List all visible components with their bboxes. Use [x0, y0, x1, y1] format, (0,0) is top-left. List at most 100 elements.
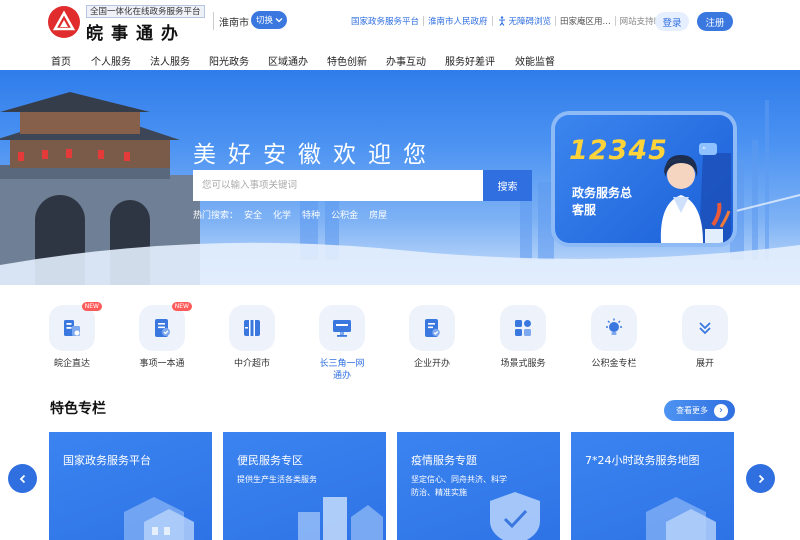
buildings-icon [298, 497, 383, 540]
logo-icon[interactable] [48, 6, 80, 38]
chevron-double-down-icon [699, 322, 711, 335]
new-badge: NEW [171, 302, 192, 311]
service-icon-tile [682, 305, 728, 351]
market-icon [244, 320, 260, 336]
service-label: 公积金专栏 [591, 359, 637, 369]
nav-item-supervision[interactable]: 效能监督 [515, 53, 555, 68]
service-label: 展开 [695, 359, 714, 369]
arrow-right-icon: › [714, 403, 728, 418]
view-more-button[interactable]: 查看更多 › [664, 400, 735, 421]
enterprise-icon [64, 320, 80, 336]
card-title: 国家政务服务平台 [63, 454, 151, 467]
service-label: 皖企直达 [53, 359, 90, 369]
checklist-icon [155, 319, 170, 337]
service-label: 事项一本通 [139, 359, 185, 369]
hot-search-term[interactable]: 房屋 [369, 208, 387, 221]
screen-icon [333, 320, 351, 337]
service-icon-tile [591, 305, 637, 351]
service-item[interactable]: NEW 事项一本通 [126, 302, 198, 370]
shield-icon [490, 492, 540, 540]
carousel-next-button[interactable] [746, 464, 775, 493]
nav-item-home[interactable]: 首页 [51, 53, 71, 68]
hot-search-label: 热门搜索： [193, 211, 239, 221]
section-title: 特色专栏 [50, 401, 106, 417]
hero-title: 美好安徽欢迎您 [193, 142, 438, 168]
service-icon-tile [409, 305, 455, 351]
hot-search-term[interactable]: 化学 [273, 208, 291, 221]
chevron-down-icon [275, 18, 283, 23]
svg-text:”: ” [702, 146, 706, 155]
service-label: 中介超市 [233, 359, 270, 369]
search-button[interactable]: 搜索 [483, 170, 532, 201]
divider [614, 16, 616, 26]
service-item[interactable]: NEW 皖企直达 [36, 302, 108, 370]
featured-card[interactable]: 7*24小时政务服务地图 [571, 432, 734, 540]
hot-search-term[interactable]: 公积金 [331, 208, 358, 221]
city-label: 淮南市 [219, 18, 249, 29]
card-title: 便民服务专区 [237, 454, 303, 467]
service-icon-tile [319, 305, 365, 351]
chevron-right-icon [758, 474, 764, 483]
accessibility-icon[interactable] [497, 16, 507, 26]
featured-card[interactable]: 便民服务专区 提供生产生活各类服务 [223, 432, 386, 540]
nav-item-personal[interactable]: 个人服务 [91, 53, 131, 68]
logo-title[interactable]: 皖事通办 [86, 19, 186, 44]
featured-card[interactable]: 国家政务服务平台 [49, 432, 212, 540]
lightbulb-icon [606, 318, 622, 335]
carousel-prev-button[interactable] [8, 464, 37, 493]
top-bar: 全国一体化在线政务服务平台 皖事通办 淮南市 切换 国家政务服务平台 淮南市人民… [0, 0, 800, 46]
service-shortcuts: NEW 皖企直达 NEW 事项一本通 中介超市 长三角一网通办 企业开办 场景式… [0, 300, 800, 390]
chevron-left-icon [19, 474, 25, 483]
hotline-12345-banner[interactable]: 12345 政务服务总客服 ” [555, 115, 733, 243]
nav-item-rating[interactable]: 服务好差评 [445, 53, 495, 68]
service-item[interactable]: 企业开办 [396, 305, 468, 370]
grid-icon [515, 320, 531, 336]
service-icon-tile: NEW [139, 302, 192, 351]
card-title: 疫情服务专题 [411, 454, 477, 467]
document-check-icon [425, 319, 440, 337]
customer-service-agent-icon: ” [660, 143, 731, 243]
switch-label: 切换 [256, 16, 274, 26]
view-more-label: 查看更多 [676, 406, 708, 415]
nav-item-regional[interactable]: 区域通办 [268, 53, 308, 68]
link-district[interactable]: 田家庵区用... [560, 15, 611, 27]
main-nav: 首页 个人服务 法人服务 阳光政务 区域通办 特色创新 办事互动 服务好差评 效… [0, 50, 800, 70]
divider [213, 12, 214, 30]
service-label: 企业开办 [413, 359, 450, 369]
hot-search-term[interactable]: 安全 [244, 208, 262, 221]
service-icon-tile [229, 305, 275, 351]
nav-item-open-government[interactable]: 阳光政务 [209, 53, 249, 68]
featured-card[interactable]: 疫情服务专题 坚定信心、同舟共济、科学防治、精准实施 [397, 432, 560, 540]
divider [423, 16, 425, 26]
service-icon-tile: NEW [49, 302, 102, 351]
login-button[interactable]: 登录 [655, 12, 689, 31]
hot-searches: 热门搜索： 安全 化学 特种 公积金 房屋 [193, 208, 398, 221]
link-national-platform[interactable]: 国家政务服务平台 [351, 15, 419, 27]
hotline-text: 政务服务总客服 [572, 186, 633, 217]
divider [555, 16, 557, 26]
nav-item-interaction[interactable]: 办事互动 [386, 53, 426, 68]
top-links: 国家政务服务平台 淮南市人民政府 无障碍浏览 田家庵区用... 网站支持IPv6 [351, 15, 672, 27]
new-badge: NEW [81, 302, 102, 311]
service-item[interactable]: 公积金专栏 [578, 305, 650, 370]
service-label: 场景式服务 [500, 359, 546, 369]
service-item[interactable]: 场景式服务 [487, 305, 559, 370]
link-city-government[interactable]: 淮南市人民政府 [428, 15, 488, 27]
building-icon [124, 497, 194, 540]
logo-subtitle: 全国一体化在线政务服务平台 [86, 5, 205, 18]
register-button[interactable]: 注册 [697, 12, 733, 31]
hot-search-term[interactable]: 特种 [302, 208, 320, 221]
city-switch-button[interactable]: 切换 [251, 11, 288, 29]
service-item[interactable]: 中介超市 [216, 305, 288, 370]
divider [491, 16, 493, 26]
card-title: 7*24小时政务服务地图 [585, 454, 700, 467]
search-input[interactable] [193, 170, 483, 201]
nav-item-corporate[interactable]: 法人服务 [150, 53, 190, 68]
service-icon-tile [500, 305, 546, 351]
service-item[interactable]: 展开 [669, 305, 741, 370]
hero-banner: 美好安徽欢迎您 搜索 热门搜索： 安全 化学 特种 公积金 房屋 12345 政… [0, 70, 800, 285]
nav-item-innovation[interactable]: 特色创新 [327, 53, 367, 68]
link-accessibility[interactable]: 无障碍浏览 [509, 15, 552, 27]
service-item[interactable]: 长三角一网通办 [306, 305, 378, 382]
service-label: 长三角一网通办 [319, 359, 365, 381]
